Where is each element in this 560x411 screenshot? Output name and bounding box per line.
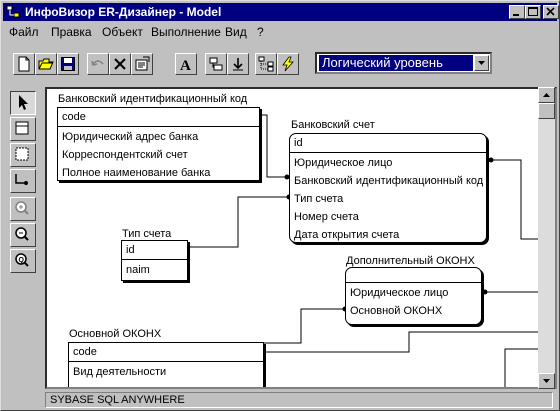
relation-tree-icon	[258, 56, 274, 72]
menu-help[interactable]: ?	[257, 25, 264, 39]
arrow-down-icon	[543, 379, 550, 383]
menu-view[interactable]: Вид	[225, 25, 247, 39]
pointer-tool[interactable]	[10, 91, 36, 115]
entity-attribute: Номер счета	[294, 211, 359, 223]
new-file-button[interactable]	[13, 53, 35, 75]
zoom-out-tool[interactable]	[10, 223, 36, 247]
entity-attribute: Тип счета	[294, 193, 344, 205]
minimize-button[interactable]	[509, 5, 525, 19]
open-button[interactable]	[35, 53, 57, 75]
window-title: ИнфоВизор ER-Дизайнер - Model	[25, 5, 222, 19]
entity-title: Банковский идентификационный код	[58, 93, 248, 105]
download-icon	[233, 58, 243, 71]
app-icon	[6, 5, 20, 18]
entity-key: id	[290, 134, 486, 153]
maximize-button[interactable]	[525, 5, 541, 19]
scroll-up-button[interactable]	[538, 87, 555, 103]
menu-file[interactable]: Файл	[9, 25, 39, 39]
zoom-fit-tool[interactable]: Q	[10, 249, 36, 273]
subtype-tool-icon	[15, 147, 29, 161]
new-file-icon	[18, 56, 30, 72]
delete-icon	[114, 58, 126, 70]
entity-attribute: Дата открытия счета	[294, 229, 400, 241]
svg-text:Q: Q	[19, 257, 25, 264]
entity-account-type[interactable]: id naim	[121, 240, 188, 281]
entity-bank-account[interactable]: id Юридическое лицо Банковский идентифик…	[289, 133, 487, 243]
entity-attribute: Корреспондентский счет	[62, 149, 188, 161]
entity-attribute: naim	[126, 264, 150, 276]
scroll-down-button[interactable]	[538, 373, 555, 389]
entity-title: Тип счета	[122, 228, 172, 240]
entity-key: id	[122, 241, 187, 260]
font-icon: A	[180, 58, 191, 72]
entity-attribute: Юридическое лицо	[350, 287, 449, 299]
diagram-canvas[interactable]: Банковский идентификационный код code Юр…	[45, 87, 557, 389]
level-dropdown-button[interactable]	[474, 55, 489, 71]
title-bar[interactable]: ИнфоВизор ER-Дизайнер - Model	[3, 3, 559, 21]
scroll-thumb[interactable]	[538, 103, 555, 119]
entity-attribute: Юридическое лицо	[294, 157, 393, 169]
svg-text:A: A	[180, 58, 191, 72]
relationship-end-dot	[482, 289, 488, 295]
tool-palette: Q	[9, 89, 39, 273]
entity-attribute: Юридический адрес банка	[62, 131, 199, 143]
app-window: ИнфоВизор ER-Дизайнер - Model Файл Правк…	[0, 0, 560, 411]
download-button[interactable]	[227, 53, 249, 75]
zoom-in-icon	[15, 201, 29, 215]
pointer-icon	[19, 95, 28, 110]
relationship-end-dot	[488, 157, 494, 163]
undo-button[interactable]	[87, 53, 109, 75]
maximize-icon	[528, 7, 538, 16]
open-folder-icon	[38, 58, 54, 70]
close-icon	[546, 7, 555, 16]
menu-run[interactable]: Выполнение	[151, 25, 221, 39]
relationship-tool[interactable]	[10, 169, 36, 193]
zoom-in-tool[interactable]	[10, 197, 36, 221]
entity-bank-id-code[interactable]: code Юридический адрес банка Корреспонде…	[57, 107, 260, 181]
entity-attribute: Основной ОКОНХ	[350, 305, 443, 317]
chevron-down-icon	[478, 61, 485, 65]
entity-attribute: Банковский идентификационный код	[294, 175, 484, 187]
relationship-tool-icon	[15, 174, 28, 185]
entity-main-okonh[interactable]: code Вид деятельности	[68, 342, 264, 387]
menu-bar: Файл Правка Объект Выполнение Вид ?	[3, 22, 557, 40]
font-button[interactable]: A	[175, 53, 197, 75]
entity-title: Дополнительный ОКОНХ	[346, 255, 475, 267]
save-button[interactable]	[57, 53, 79, 75]
status-text: SYBASE SQL ANYWHERE	[45, 392, 553, 408]
entity-attribute: Вид деятельности	[73, 366, 167, 378]
lightning-icon	[282, 56, 294, 72]
entity-attribute: Полное наименование банка	[62, 167, 211, 179]
menu-edit[interactable]: Правка	[51, 25, 92, 39]
properties-button[interactable]	[131, 53, 153, 75]
schema-icon	[209, 57, 223, 71]
entity-additional-okonh[interactable]: Юридическое лицо Основной ОКОНХ	[345, 267, 482, 325]
arrow-up-icon	[543, 93, 550, 97]
entity-tool-icon	[15, 121, 29, 135]
schema-button[interactable]	[205, 53, 227, 75]
save-disk-icon	[61, 57, 75, 71]
generate-button[interactable]	[277, 53, 299, 75]
zoom-fit-icon: Q	[15, 253, 29, 267]
close-button[interactable]	[543, 5, 559, 19]
offscreen-entity	[504, 348, 539, 387]
entity-title: Банковский счет	[291, 119, 375, 131]
minimize-icon	[513, 14, 519, 16]
zoom-out-icon	[15, 227, 29, 241]
vertical-scrollbar[interactable]	[538, 87, 555, 389]
level-select-value: Логический уровень	[319, 55, 473, 71]
status-bar: SYBASE SQL ANYWHERE	[3, 391, 557, 409]
entity-title: Основной ОКОНХ	[69, 328, 162, 340]
level-select[interactable]: Логический уровень	[315, 52, 492, 74]
properties-icon	[135, 56, 150, 71]
entity-key	[346, 268, 481, 283]
menu-object[interactable]: Объект	[102, 25, 143, 39]
delete-button[interactable]	[109, 53, 131, 75]
undo-icon	[91, 60, 104, 66]
entity-key: code	[69, 343, 263, 362]
entity-key: code	[58, 108, 259, 127]
entity-tool[interactable]	[10, 117, 36, 141]
subtype-tool[interactable]	[10, 143, 36, 167]
relation-tree-button[interactable]	[255, 53, 277, 75]
